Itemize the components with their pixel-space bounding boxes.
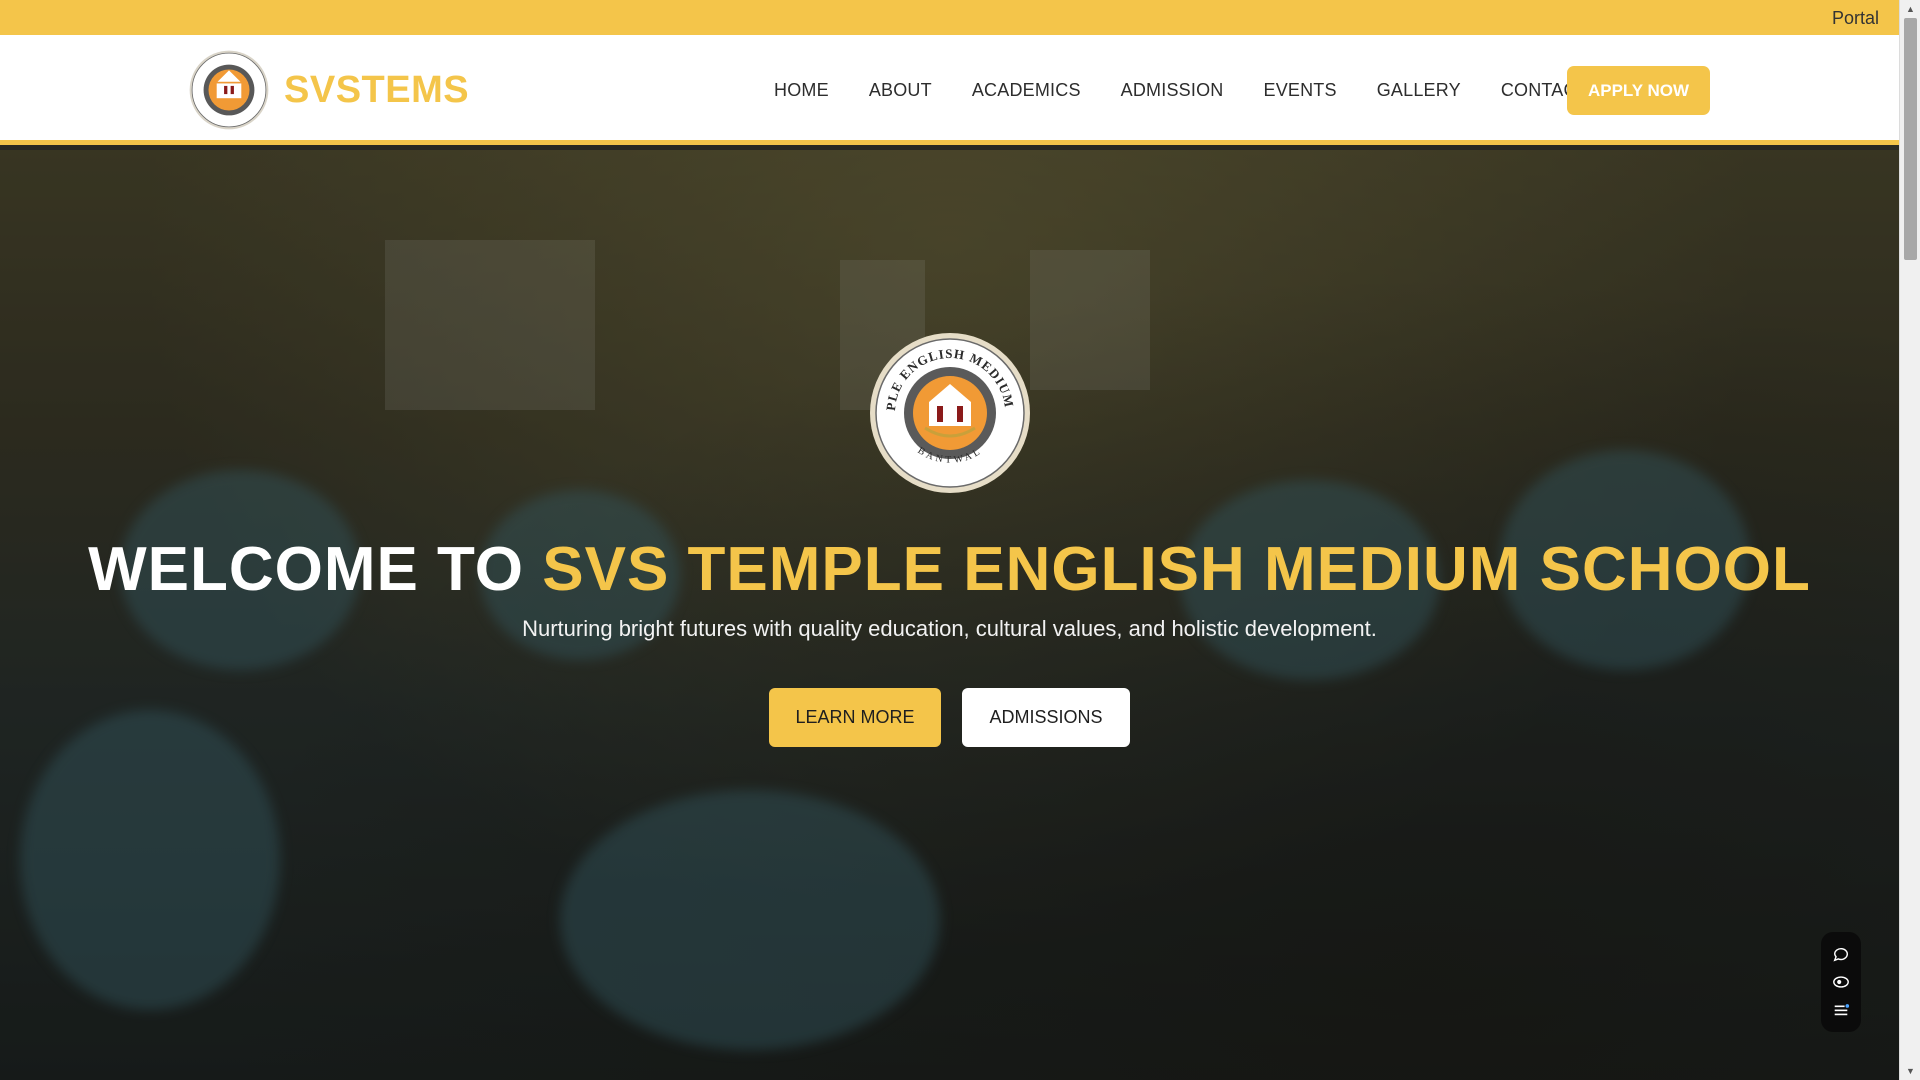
- hero-overlay: [0, 150, 1899, 1080]
- apply-now-button[interactable]: APPLY NOW: [1567, 66, 1710, 115]
- nav-item-admission[interactable]: ADMISSION: [1121, 80, 1224, 101]
- hero-section: SVS TEMPLE ENGLISH MEDIUM SCHOOL BANTWAL…: [0, 150, 1899, 1080]
- list-icon[interactable]: [1832, 1001, 1850, 1019]
- chat-icon[interactable]: [1832, 945, 1850, 963]
- nav-item-academics[interactable]: ACADEMICS: [972, 80, 1081, 101]
- scroll-thumb[interactable]: [1904, 18, 1917, 260]
- nav-item-home[interactable]: HOME: [774, 80, 829, 101]
- hero-title-accent: SVS TEMPLE ENGLISH MEDIUM SCHOOL: [542, 535, 1811, 604]
- admissions-button[interactable]: ADMISSIONS: [962, 688, 1130, 747]
- nav-item-events[interactable]: EVENTS: [1263, 80, 1336, 101]
- site-header: SVSTEMS HOME ABOUT ACADEMICS ADMISSION E…: [0, 35, 1899, 145]
- floating-widget: [1821, 932, 1861, 1032]
- main-nav: HOME ABOUT ACADEMICS ADMISSION EVENTS GA…: [774, 35, 1628, 145]
- page-scrollbar[interactable]: ▲ ▼: [1899, 0, 1920, 1080]
- learn-more-button[interactable]: LEARN MORE: [769, 688, 941, 747]
- scroll-down-arrow-icon[interactable]: ▼: [1900, 1062, 1920, 1080]
- nav-item-gallery[interactable]: GALLERY: [1377, 80, 1461, 101]
- brand[interactable]: SVSTEMS: [188, 49, 469, 131]
- school-emblem-icon: [189, 50, 269, 130]
- top-bar: Portal: [0, 0, 1899, 35]
- scroll-up-arrow-icon[interactable]: ▲: [1900, 0, 1920, 18]
- school-emblem: SVS TEMPLE ENGLISH MEDIUM SCHOOL BANTWAL: [869, 332, 1030, 493]
- hero-subtitle: Nurturing bright futures with quality ed…: [522, 616, 1377, 641]
- portal-link[interactable]: Portal: [1832, 8, 1879, 29]
- page: Portal SVSTEMS HOME ABOUT ACADEMICS ADMI…: [0, 0, 1899, 1080]
- hero-title: WELCOME TO SVS TEMPLE ENGLISH MEDIUM SCH…: [0, 534, 1899, 605]
- eye-icon[interactable]: [1832, 973, 1850, 991]
- brand-name: SVSTEMS: [284, 68, 470, 111]
- nav-item-about[interactable]: ABOUT: [869, 80, 932, 101]
- hero-title-prefix: WELCOME TO: [88, 535, 543, 604]
- hero-buttons: LEARN MORE ADMISSIONS: [769, 688, 1130, 747]
